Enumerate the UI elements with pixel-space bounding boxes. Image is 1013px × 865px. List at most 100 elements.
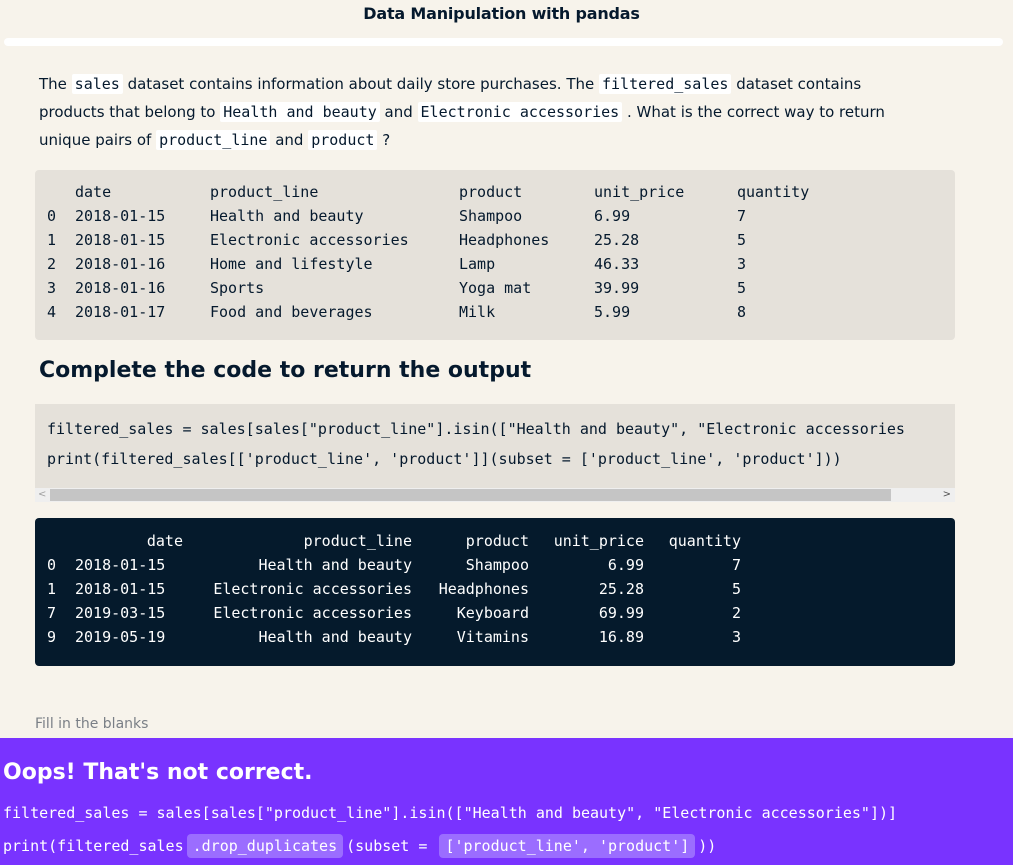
cell-date: 2018-01-17 [75,303,166,321]
column-header: quantity [737,183,810,201]
cell-quantity: 5 [731,580,741,598]
row-index: 7 [47,604,57,622]
cell-date: 2018-01-15 [75,207,166,225]
output-row: 7 2019-03-15 Electronic accessories Keyb… [47,604,955,628]
scroll-thumb[interactable] [50,489,891,501]
scroll-right-icon[interactable]: > [943,488,951,502]
fill-in-blanks-label: Fill in the blanks [35,716,149,732]
code-editor[interactable]: filtered_sales = sales[sales["product_li… [35,404,955,488]
feedback-panel: Oops! That's not correct. filtered_sales… [0,738,1013,865]
blank-answer-1[interactable]: .drop_duplicates [186,834,344,858]
table-row: 1 2018-01-15 Electronic accessories Head… [47,231,955,255]
cell-unit-price: 16.89 [598,628,644,646]
column-header: product_line [303,532,412,550]
table-row: 4 2018-01-17 Food and beverages Milk 5.9… [47,303,955,327]
question-text-part: and [270,131,309,149]
cell-quantity: 3 [731,628,741,646]
cell-product: Headphones [438,580,529,598]
question-text-part: The [39,75,72,93]
inline-code: product_line [156,130,271,150]
cell-quantity: 5 [737,279,747,297]
row-index: 0 [47,556,57,574]
cell-unit-price: 25.28 [598,580,644,598]
cell-unit-price: 5.99 [594,303,631,321]
cell-date: 2018-01-16 [75,255,166,273]
row-index: 3 [47,279,57,297]
cell-product-line: Electronic accessories [210,231,409,249]
cell-product-line: Home and lifestyle [210,255,373,273]
code-text: (subset = [346,837,437,855]
column-header: unit_price [553,532,644,550]
cell-date: 2019-05-19 [75,628,166,646]
cell-product-line: Food and beverages [210,303,373,321]
row-index: 0 [47,207,57,225]
column-header: unit_price [594,183,685,201]
table-row: 0 2018-01-15 Health and beauty Shampoo 6… [47,207,955,231]
horizontal-scrollbar[interactable]: < > [35,488,955,502]
sales-data-table: date product_line product unit_price qua… [35,170,955,340]
feedback-title: Oops! That's not correct. [3,760,313,785]
inline-code: Electronic accessories [417,102,623,122]
cell-quantity: 7 [737,207,747,225]
column-header: quantity [668,532,741,550]
cell-product-line: Electronic accessories [213,604,412,622]
cell-unit-price: 25.28 [594,231,640,249]
column-header: product [465,532,529,550]
cell-date: 2018-01-15 [75,580,166,598]
row-index: 1 [47,231,57,249]
cell-quantity: 8 [737,303,747,321]
column-header: product_line [210,183,319,201]
cell-product: Milk [459,303,496,321]
cell-quantity: 2 [731,604,741,622]
cell-quantity: 3 [737,255,747,273]
cell-unit-price: 6.99 [607,556,644,574]
code-text: print(filtered_sales [3,837,184,855]
cell-product: Keyboard [456,604,529,622]
output-header-row: date product_line product unit_price qua… [47,532,955,556]
scroll-left-icon[interactable]: < [38,488,46,502]
question-text-part: and [379,103,418,121]
cell-unit-price: 46.33 [594,255,640,273]
inline-code: filtered_sales [599,74,732,94]
cell-product-line: Health and beauty [258,628,412,646]
cell-date: 2018-01-15 [75,556,166,574]
feedback-code-line: print(filtered_sales .drop_duplicates (sub… [3,831,716,861]
cell-product-line: Electronic accessories [213,580,412,598]
cell-product-line: Health and beauty [210,207,364,225]
table-row: 2 2018-01-16 Home and lifestyle Lamp 46.… [47,255,955,279]
cell-date: 2019-03-15 [75,604,166,622]
feedback-code-line: filtered_sales = sales[sales["product_li… [3,804,898,822]
progress-bar [4,38,1003,46]
cell-product: Shampoo [459,207,523,225]
cell-product: Lamp [459,255,496,273]
code-text: )) [698,837,717,855]
blank-answer-2[interactable]: ['product_line', 'product'] [439,834,696,858]
cell-unit-price: 69.99 [598,604,644,622]
inline-code: Health and beauty [220,102,380,122]
output-row: 0 2018-01-15 Health and beauty Shampoo 6… [47,556,955,580]
cell-product: Vitamins [456,628,529,646]
inline-code: product [308,130,378,150]
question-text-part: ? [377,131,391,149]
cell-date: 2018-01-15 [75,231,166,249]
cell-product: Headphones [459,231,550,249]
code-line: print(filtered_sales[['product_line', 'p… [47,450,842,468]
row-index: 9 [47,628,57,646]
output-row: 9 2019-05-19 Health and beauty Vitamins … [47,628,955,652]
code-line: filtered_sales = sales[sales["product_li… [47,420,905,438]
cell-quantity: 5 [737,231,747,249]
row-index: 4 [47,303,57,321]
output-row: 1 2018-01-15 Electronic accessories Head… [47,580,955,604]
cell-product-line: Health and beauty [258,556,412,574]
table-header-row: date product_line product unit_price qua… [47,183,955,207]
column-header: date [146,532,183,550]
cell-product: Yoga mat [459,279,532,297]
cell-product: Shampoo [465,556,529,574]
table-row: 3 2018-01-16 Sports Yoga mat 39.99 5 [47,279,955,303]
cell-unit-price: 6.99 [594,207,631,225]
column-header: product [459,183,523,201]
row-index: 2 [47,255,57,273]
course-title: Data Manipulation with pandas [363,4,640,23]
question-text-part: dataset contains information about daily… [122,75,599,93]
column-header: date [75,183,112,201]
